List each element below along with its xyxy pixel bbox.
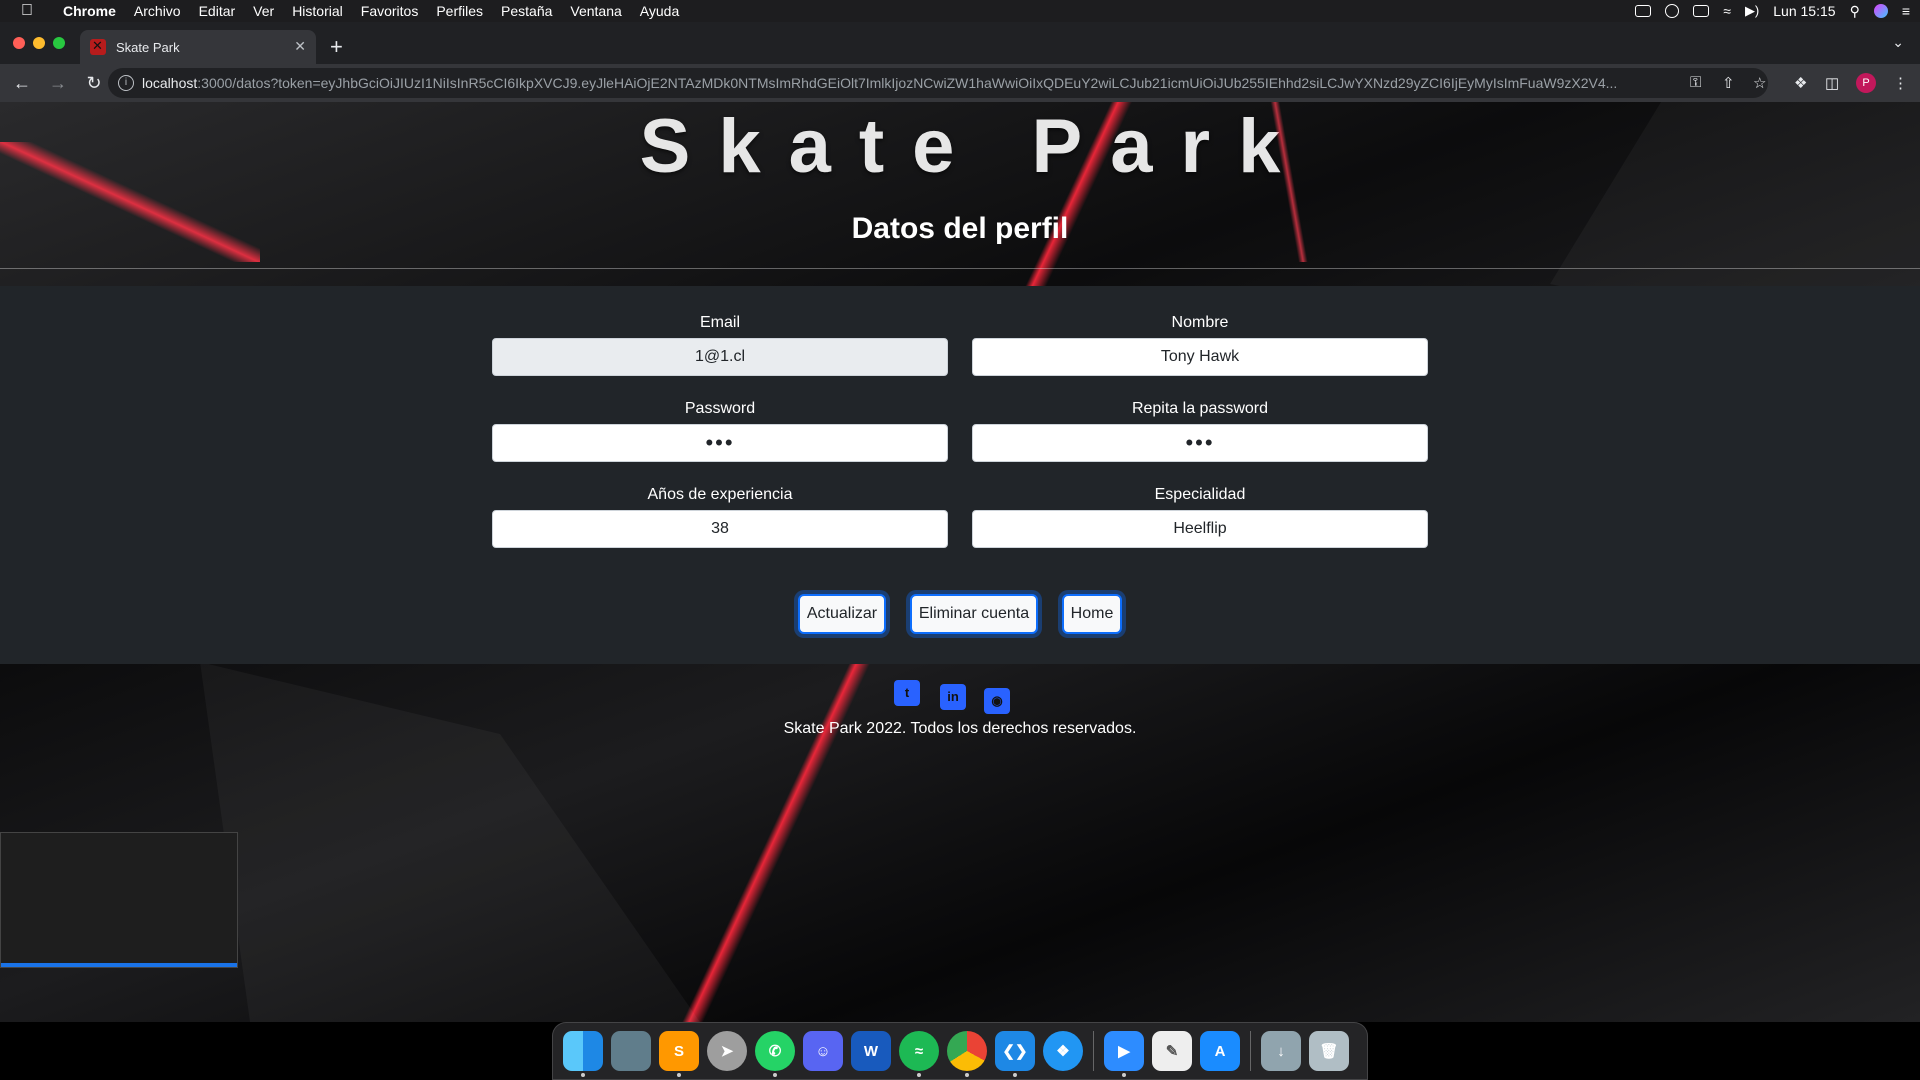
menu-editar[interactable]: Editar: [190, 3, 245, 19]
email-group: Email: [492, 314, 948, 376]
trash-icon[interactable]: 🗑: [1309, 1031, 1349, 1071]
calendar-icon[interactable]: [1693, 5, 1710, 17]
side-panel-icon[interactable]: ◫: [1825, 74, 1839, 92]
chrome-menu-icon[interactable]: ⋮: [1893, 74, 1908, 92]
background-shard: [200, 662, 700, 1022]
key-icon[interactable]: ⚿: [1690, 74, 1701, 91]
url-host: localhost: [142, 75, 198, 91]
menu-ayuda[interactable]: Ayuda: [631, 3, 688, 19]
discord-icon[interactable]: ☺: [803, 1031, 843, 1071]
close-window-icon[interactable]: [13, 37, 25, 49]
whatsapp-icon[interactable]: ✆: [755, 1031, 795, 1077]
preview-icon[interactable]: [611, 1031, 651, 1071]
screen-record-icon[interactable]: [1635, 5, 1652, 17]
browser-toolbar: ← → ↻ i localhost:3000/datos?token=eyJhb…: [0, 64, 1920, 102]
menu-ventana[interactable]: Ventana: [561, 3, 630, 19]
spotlight-icon[interactable]: ⚲: [1850, 3, 1860, 20]
new-tab-icon[interactable]: +: [330, 34, 343, 60]
anios-label: Años de experiencia: [647, 486, 793, 503]
textedit-icon[interactable]: ✎: [1152, 1031, 1192, 1071]
especialidad-field[interactable]: [972, 510, 1428, 548]
menu-archivo[interactable]: Archivo: [125, 3, 190, 19]
thumbnail-bar: [1, 963, 237, 967]
zoom-icon[interactable]: ▶: [1104, 1031, 1144, 1077]
wifi-icon[interactable]: ≈: [1723, 3, 1731, 19]
vscode-icon[interactable]: ❮❯: [995, 1031, 1035, 1077]
twitter-icon[interactable]: t: [894, 680, 920, 706]
repeat-password-field[interactable]: [972, 424, 1428, 462]
reload-icon[interactable]: ↻: [80, 73, 108, 94]
sublime-text-icon[interactable]: S: [659, 1031, 699, 1077]
browser-tab[interactable]: Skate Park ✕: [80, 30, 316, 64]
volume-icon[interactable]: ▶): [1745, 3, 1759, 19]
menu-app-name[interactable]: Chrome: [54, 3, 125, 19]
menu-perfiles[interactable]: Perfiles: [427, 3, 492, 19]
header-divider: [0, 268, 1920, 269]
spotify-icon[interactable]: ≈: [899, 1031, 939, 1077]
minimize-window-icon[interactable]: [33, 37, 45, 49]
nombre-label: Nombre: [1171, 314, 1229, 331]
email-field[interactable]: [492, 338, 948, 376]
app-store-icon[interactable]: A: [1200, 1031, 1240, 1071]
anios-field[interactable]: [492, 510, 948, 548]
nombre-field[interactable]: [972, 338, 1428, 376]
menu-favoritos[interactable]: Favoritos: [352, 3, 428, 19]
especialidad-group: Especialidad: [972, 486, 1428, 548]
skate-favicon-icon: [90, 38, 106, 55]
macos-menubar:  Chrome Archivo Editar Ver Historial Fa…: [0, 0, 1920, 22]
notification-center-icon[interactable]: ≡: [1902, 3, 1910, 19]
launchpad-icon[interactable]: ➤: [707, 1031, 747, 1071]
back-icon[interactable]: ←: [8, 73, 36, 94]
status-area: ≈ ▶) Lun 15:15 ⚲ ≡: [1635, 0, 1910, 22]
extensions-icon[interactable]: ❖: [1794, 74, 1807, 92]
apple-icon[interactable]: : [0, 2, 54, 20]
repeat-password-group: Repita la password: [972, 400, 1428, 462]
menu-pestana[interactable]: Pestaña: [492, 3, 561, 19]
page-title: Skate Park: [639, 104, 1309, 189]
nombre-group: Nombre: [972, 314, 1428, 376]
dock: S ➤ ✆ ☺ W ≈ ❮❯ ❖ ▶ ✎ A ↓ 🗑: [552, 1022, 1368, 1080]
address-bar[interactable]: i localhost:3000/datos?token=eyJhbGciOiJ…: [108, 68, 1768, 98]
clock[interactable]: Lun 15:15: [1773, 3, 1835, 19]
forward-icon[interactable]: →: [44, 73, 72, 94]
profile-form: Email Nombre Password Repita la password…: [0, 286, 1920, 664]
copyright-text: Skate Park 2022. Todos los derechos rese…: [783, 720, 1137, 737]
close-tab-icon[interactable]: ✕: [294, 38, 306, 55]
downloads-icon[interactable]: ↓: [1261, 1031, 1301, 1071]
eliminar-cuenta-button[interactable]: Eliminar cuenta: [910, 594, 1038, 634]
tab-strip: Skate Park ✕ + ⌄: [0, 22, 1920, 64]
share-icon[interactable]: ⇧: [1722, 74, 1735, 92]
zoom-window-icon[interactable]: [53, 37, 65, 49]
screenshot-thumbnail[interactable]: [0, 832, 238, 968]
tab-title: Skate Park: [116, 39, 180, 55]
email-label: Email: [699, 314, 740, 331]
repeat-password-label: Repita la password: [1131, 400, 1269, 417]
site-info-icon[interactable]: i: [118, 75, 134, 91]
url-path: :3000/datos?token=eyJhbGciOiJIUzI1NiIsIn…: [197, 75, 1618, 91]
menu-historial[interactable]: Historial: [283, 3, 352, 19]
github-icon[interactable]: ◉: [984, 688, 1010, 714]
actualizar-button[interactable]: Actualizar: [798, 594, 886, 634]
anios-group: Años de experiencia: [492, 486, 948, 548]
siri-icon[interactable]: [1873, 4, 1888, 18]
control-center-icon[interactable]: [1665, 4, 1680, 18]
password-label: Password: [684, 400, 756, 417]
dock-separator: [1250, 1031, 1251, 1071]
bookmark-star-icon[interactable]: ☆: [1753, 74, 1766, 92]
page-content: Skate Park Datos del perfil Email Nombre…: [0, 102, 1920, 1022]
page-subtitle: Datos del perfil: [851, 212, 1069, 245]
password-field[interactable]: [492, 424, 948, 462]
home-button[interactable]: Home: [1062, 594, 1122, 634]
menu-ver[interactable]: Ver: [244, 3, 283, 19]
profile-avatar[interactable]: P: [1856, 73, 1876, 93]
safari-icon[interactable]: ❖: [1043, 1031, 1083, 1071]
dock-separator: [1093, 1031, 1094, 1071]
chrome-icon[interactable]: [947, 1031, 987, 1077]
finder-icon[interactable]: [563, 1031, 603, 1077]
word-icon[interactable]: W: [851, 1031, 891, 1071]
linkedin-icon[interactable]: in: [940, 684, 966, 710]
password-group: Password: [492, 400, 948, 462]
tab-search-chevron-icon[interactable]: ⌄: [1892, 34, 1904, 51]
especialidad-label: Especialidad: [1154, 486, 1246, 503]
